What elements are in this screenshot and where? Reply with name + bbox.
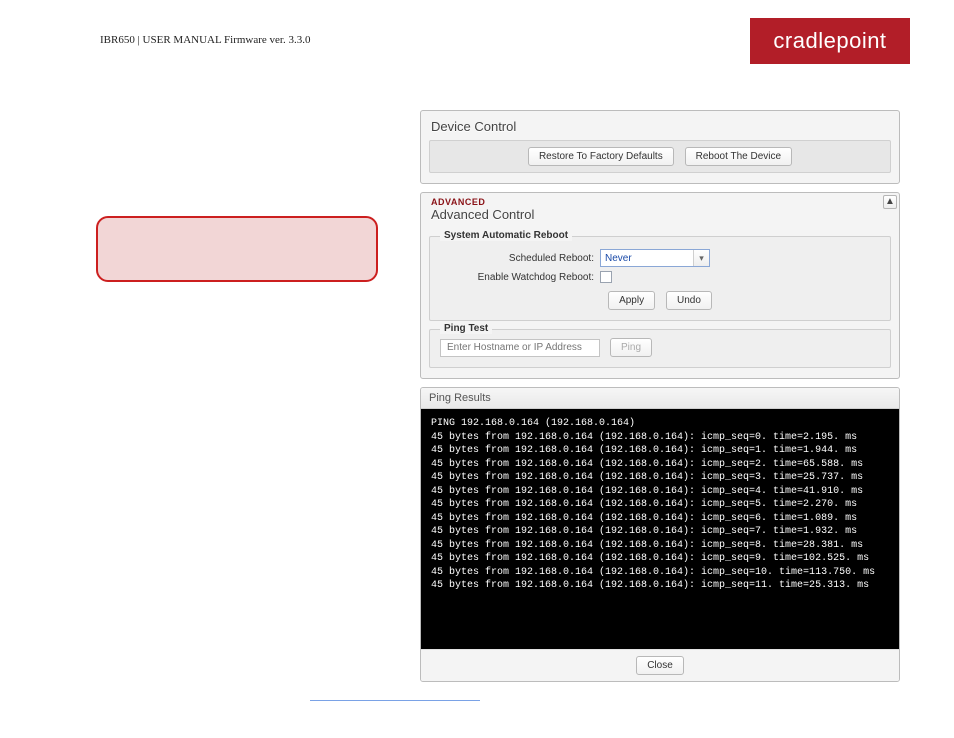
ping-button[interactable]: Ping [610, 338, 652, 357]
watchdog-reboot-checkbox[interactable] [600, 271, 612, 283]
reboot-device-button[interactable]: Reboot The Device [685, 147, 792, 166]
chevron-up-icon: ▲ [885, 197, 895, 207]
scheduled-reboot-value: Never [601, 253, 693, 264]
auto-reboot-legend: System Automatic Reboot [440, 230, 572, 241]
ping-results-panel: Ping Results PING 192.168.0.164 (192.168… [420, 387, 900, 682]
ping-results-title: Ping Results [421, 388, 899, 409]
advanced-control-title: Advanced Control [429, 207, 891, 228]
auto-reboot-fieldset: System Automatic Reboot Scheduled Reboot… [429, 236, 891, 321]
apply-button[interactable]: Apply [608, 291, 655, 310]
ping-results-terminal[interactable]: PING 192.168.0.164 (192.168.0.164) 45 by… [421, 409, 899, 649]
device-control-panel: Device Control Restore To Factory Defaul… [420, 110, 900, 184]
chevron-down-icon: ▾ [693, 250, 709, 266]
watchdog-reboot-label: Enable Watchdog Reboot: [440, 272, 600, 283]
ping-host-input[interactable] [440, 339, 600, 357]
ping-test-legend: Ping Test [440, 323, 492, 334]
advanced-tag: ADVANCED [429, 197, 891, 207]
close-button[interactable]: Close [636, 656, 684, 675]
ping-test-fieldset: Ping Test Ping [429, 329, 891, 368]
collapse-button[interactable]: ▲ [883, 195, 897, 209]
app-window: Device Control Restore To Factory Defaul… [420, 110, 900, 682]
restore-defaults-button[interactable]: Restore To Factory Defaults [528, 147, 674, 166]
annotation-box [96, 216, 378, 282]
undo-button[interactable]: Undo [666, 291, 712, 310]
brand-logo: cradlepoint [750, 18, 910, 64]
device-control-body: Restore To Factory Defaults Reboot The D… [429, 140, 891, 173]
doc-header-title: IBR650 | USER MANUAL Firmware ver. 3.3.0 [100, 34, 310, 46]
device-control-title: Device Control [429, 117, 891, 140]
footer-underline [310, 700, 480, 701]
scheduled-reboot-label: Scheduled Reboot: [440, 253, 600, 264]
advanced-control-panel: ▲ ADVANCED Advanced Control System Autom… [420, 192, 900, 379]
scheduled-reboot-select[interactable]: Never ▾ [600, 249, 710, 267]
